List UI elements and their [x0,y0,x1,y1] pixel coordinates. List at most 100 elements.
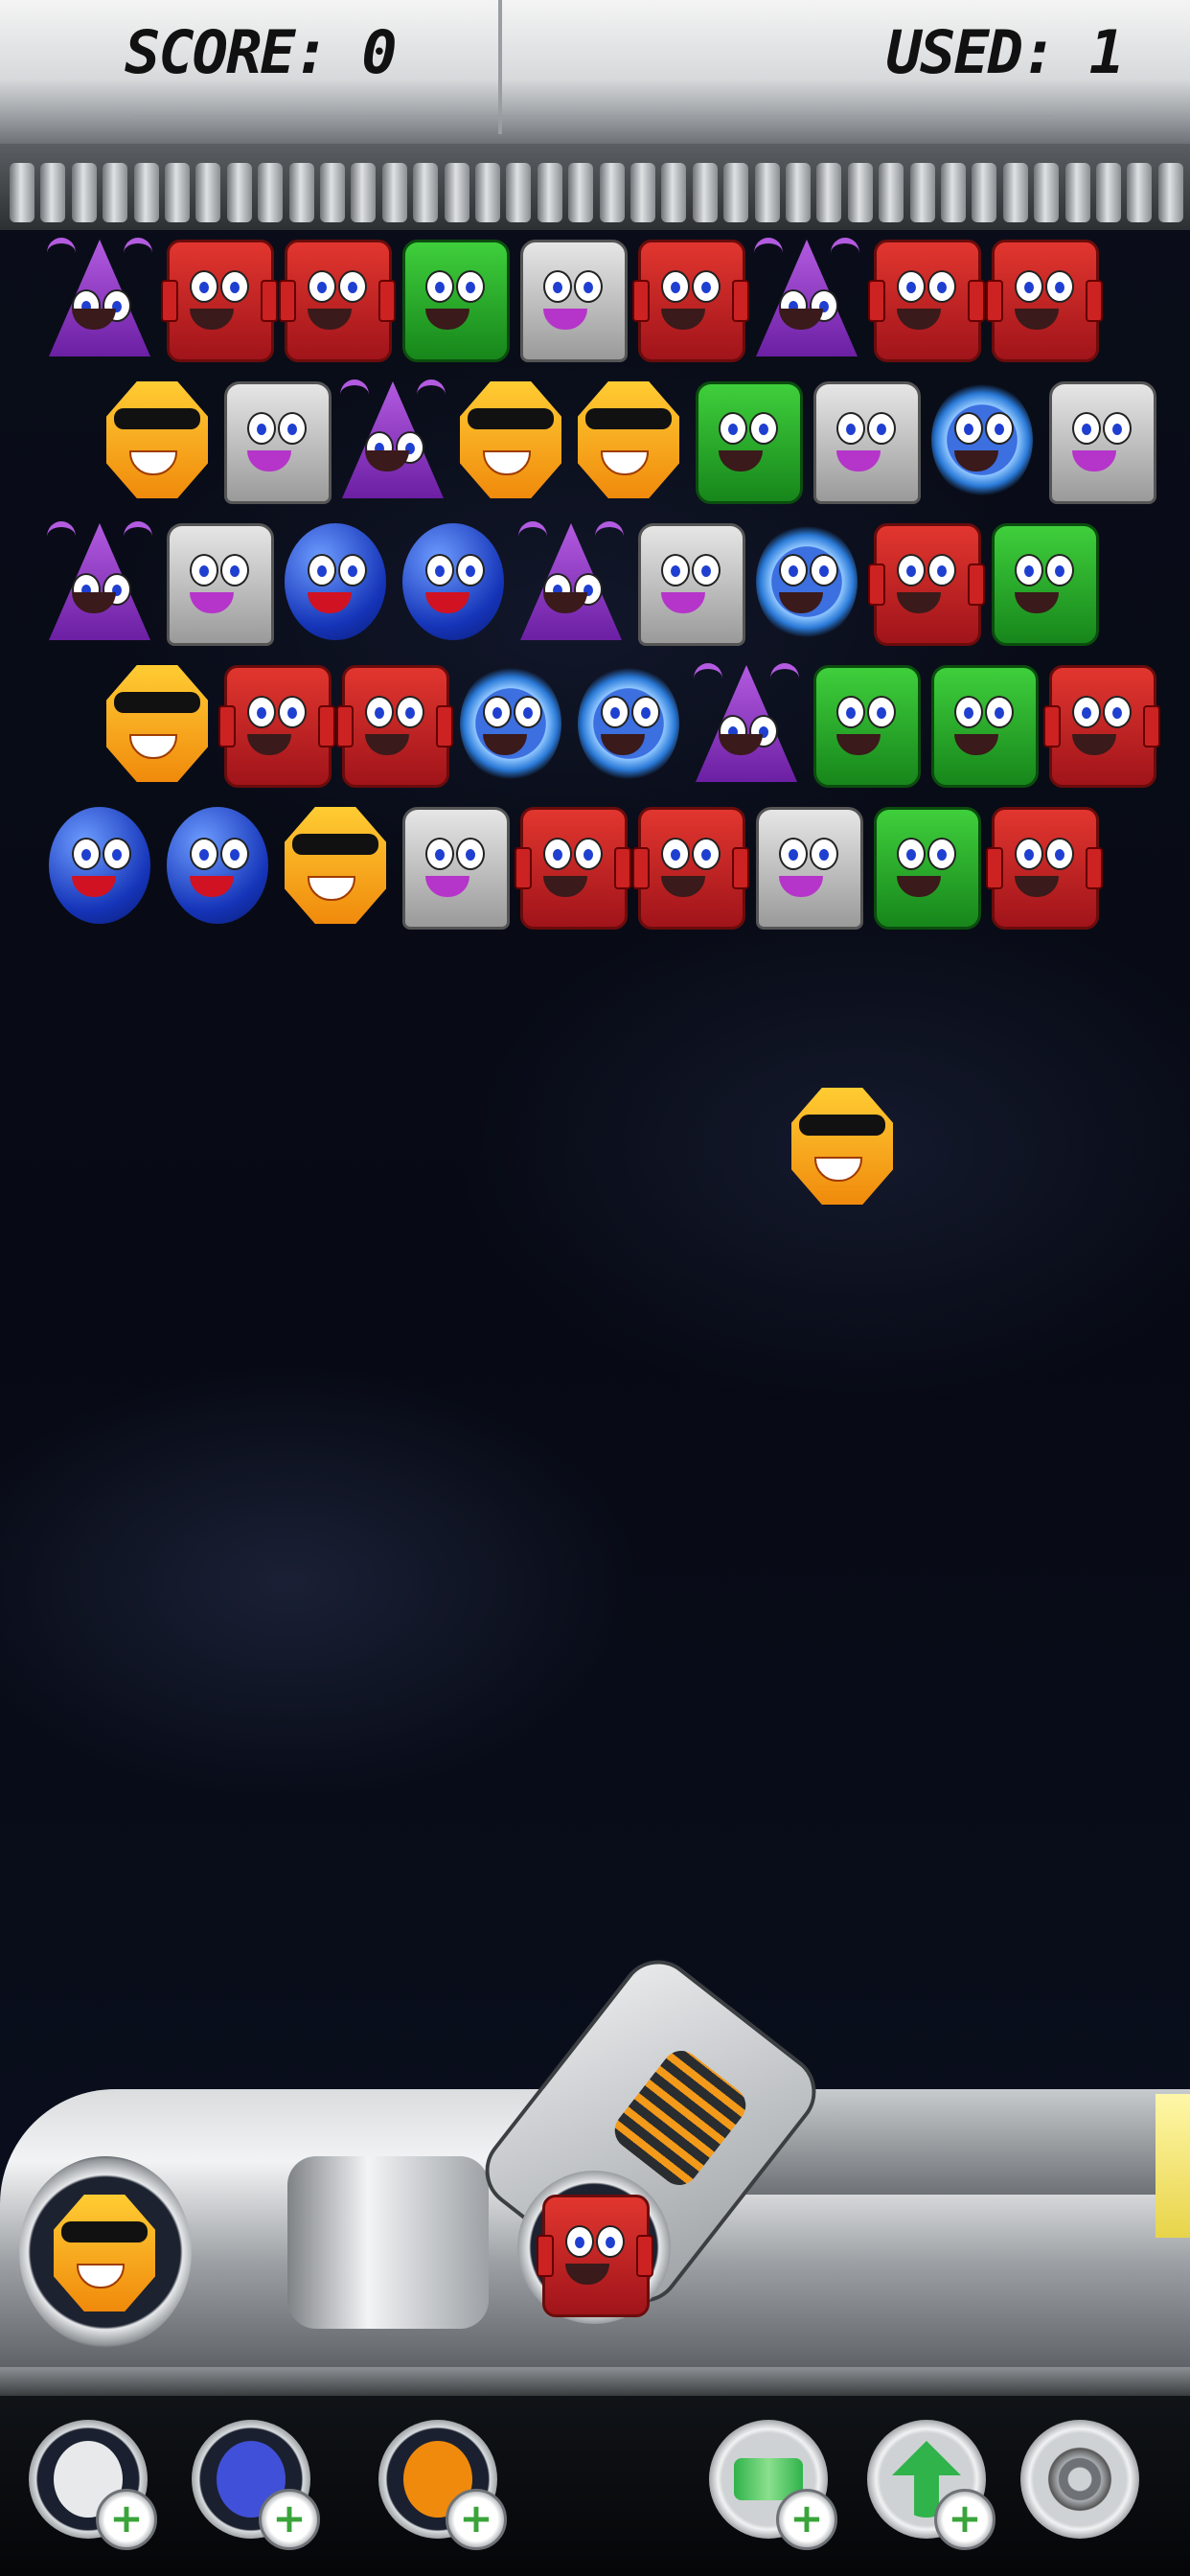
eye [897,838,926,870]
ceiling-tooth [630,163,655,222]
bubble-spiky [454,656,567,790]
bubble-grey [1043,372,1156,506]
eye [927,838,956,870]
ceiling-tooth [165,163,190,222]
eye [72,838,101,870]
bubble-body [931,381,1033,498]
eye [1045,270,1074,303]
bubble-green [808,656,921,790]
powerup-button[interactable]: + [709,2420,837,2550]
ceiling-tooth [10,163,34,222]
plus-icon[interactable]: + [259,2489,320,2550]
eye [749,412,778,445]
plus-icon[interactable]: + [446,2489,507,2550]
bubble-body [167,240,274,362]
eye [1103,696,1132,728]
eye [1015,838,1043,870]
ceiling-tooth [692,163,718,222]
bubble-body [402,523,504,640]
bubble-purple [43,230,156,364]
eye [1072,412,1101,445]
eye [220,554,249,586]
bubble-red [1043,656,1160,790]
ceiling-tooth [972,163,997,222]
bubble-orange [786,1078,899,1212]
eye [661,270,690,303]
eye [425,554,454,586]
bubble-green [926,656,1039,790]
eye [867,696,896,728]
eye [247,412,276,445]
side-bolt [378,280,396,322]
eye [308,270,336,303]
side-bolt [968,564,985,606]
eye [719,412,747,445]
horn [124,238,152,268]
plus-icon[interactable]: + [96,2489,157,2550]
side-bolt [614,847,631,889]
side-bolt [515,847,532,889]
bubble-body [106,665,208,782]
bubble-body [106,381,208,498]
side-bolt [732,847,749,889]
eye [1015,554,1043,586]
ceiling-tooth [754,163,780,222]
eye [692,838,721,870]
used-label: USED: 1 [885,17,1125,87]
ceiling-tooth [40,163,66,222]
powerup-button[interactable]: + [192,2420,320,2550]
bubble-body [813,381,921,504]
bubble-blue [161,797,274,932]
eye [954,412,983,445]
ceiling-tooth [444,163,469,222]
bubble-spiky [926,372,1039,506]
bubble-body [638,240,745,362]
eye [1103,412,1132,445]
eye [927,554,956,586]
side-bolt [868,564,885,606]
ceiling-tooth [1002,163,1028,222]
bubble-body [813,665,921,788]
gear-icon [1045,2441,1114,2518]
side-bolt [968,280,985,322]
panel-seam [498,0,502,134]
eye [456,838,485,870]
bubble-body [460,381,561,498]
ceiling-tooth [909,163,935,222]
powerup-bar [0,2396,1190,2576]
bubble-body [342,665,449,788]
eye [1045,554,1074,586]
eye [779,554,808,586]
side-bolt [318,705,335,748]
bubble-red [161,230,278,364]
bubble-body [992,807,1099,930]
ceiling-tooth [351,163,377,222]
side-bolt [986,280,1003,322]
side-bolt [868,280,885,322]
eye [954,696,983,728]
bubble-body [1049,381,1156,504]
side-bolt [1086,847,1103,889]
bubble-green [868,797,981,932]
eye [308,554,336,586]
eye [810,838,838,870]
powerup-button[interactable]: + [378,2420,507,2550]
side-bolt [636,2235,653,2277]
bubble-body [1049,665,1156,788]
plus-icon[interactable]: + [776,2489,837,2550]
ceiling-tooth [599,163,625,222]
eye [661,838,690,870]
powerup-button[interactable]: + [867,2420,995,2550]
horn [694,663,722,694]
powerup-button[interactable]: + [29,2420,157,2550]
bubble-grey [632,514,745,648]
bubble-purple [750,230,863,364]
eye [456,554,485,586]
plus-icon[interactable]: + [934,2489,995,2550]
bubble-red [279,230,396,364]
ceiling-tooth [320,163,345,222]
bubble-body [285,807,386,924]
ceiling-tooth [1157,163,1183,222]
powerup-button[interactable] [1020,2420,1139,2539]
bubble-red [515,797,631,932]
